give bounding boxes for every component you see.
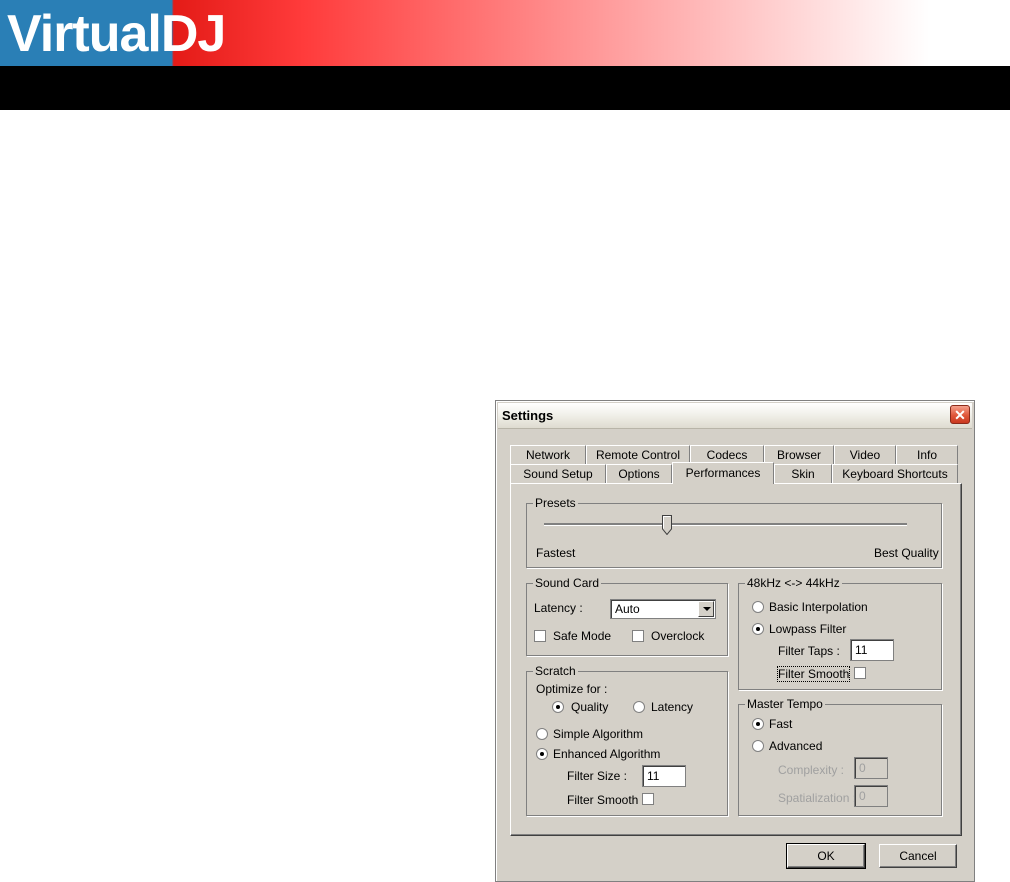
optimize-latency-radio[interactable] — [633, 701, 645, 713]
tab-sound-setup[interactable]: Sound Setup — [510, 464, 606, 483]
spatialization-label: Spatialization : — [778, 791, 857, 805]
tab-keyboard-shortcuts[interactable]: Keyboard Shortcuts — [832, 464, 958, 483]
master-tempo-advanced-label: Advanced — [769, 739, 823, 753]
master-tempo-fast-label: Fast — [769, 717, 793, 731]
close-icon: ✕ — [954, 407, 966, 423]
basic-interpolation-label: Basic Interpolation — [769, 600, 868, 614]
optimize-for-label: Optimize for : — [536, 682, 608, 696]
settings-dialog: Settings ✕ Network Remote Control Codecs… — [495, 400, 975, 882]
filter-taps-field[interactable]: 11 — [850, 639, 894, 661]
tab-network[interactable]: Network — [510, 445, 586, 464]
basic-interpolation-radio[interactable] — [752, 601, 764, 613]
simple-algorithm-label: Simple Algorithm — [553, 727, 644, 741]
scratch-filter-smooth-label: Filter Smooth — [567, 793, 639, 807]
latency-select[interactable]: Auto — [610, 599, 716, 619]
filter-taps-label: Filter Taps : — [778, 644, 840, 658]
safe-mode-label: Safe Mode — [553, 629, 612, 643]
tab-performances[interactable]: Performances — [672, 462, 774, 484]
header-black-bar — [0, 66, 1010, 110]
safe-mode-checkbox[interactable] — [534, 630, 546, 642]
latency-label: Latency : — [534, 601, 583, 615]
lowpass-filter-label: Lowpass Filter — [769, 622, 847, 636]
scratch-legend: Scratch — [535, 664, 576, 678]
tab-browser[interactable]: Browser — [764, 445, 834, 464]
best-quality-label: Best Quality — [874, 546, 939, 560]
optimize-quality-radio[interactable] — [552, 701, 564, 713]
complexity-label: Complexity : — [778, 763, 845, 777]
ok-button[interactable]: OK — [786, 843, 866, 869]
presets-slider-track[interactable] — [544, 523, 907, 526]
scratch-filter-size-field[interactable]: 11 — [642, 765, 686, 787]
optimize-latency-label: Latency — [651, 700, 694, 714]
close-button[interactable]: ✕ — [950, 405, 970, 424]
virtualdj-logo: VirtualDJ — [7, 5, 226, 63]
optimize-quality-label: Quality — [571, 700, 609, 714]
presets-slider-thumb[interactable] — [662, 515, 673, 535]
header-banner: VirtualDJ — [0, 0, 1010, 66]
tab-skin[interactable]: Skin — [774, 464, 832, 483]
sound-card-legend: Sound Card — [535, 576, 600, 590]
scratch-filter-size-label: Filter Size : — [567, 769, 628, 783]
latency-select-value: Auto — [615, 602, 640, 616]
enhanced-algorithm-label: Enhanced Algorithm — [553, 747, 661, 761]
chevron-down-icon[interactable] — [698, 601, 714, 617]
lowpass-filter-radio[interactable] — [752, 623, 764, 635]
complexity-field[interactable]: 0 — [854, 757, 888, 779]
resample-filter-smooth-checkbox[interactable] — [854, 667, 866, 679]
resample-legend: 48kHz <-> 44kHz — [747, 576, 840, 590]
title-bar[interactable]: Settings ✕ — [498, 403, 972, 429]
cancel-button[interactable]: Cancel — [879, 844, 957, 868]
resample-filter-smooth-label: Filter Smooth — [776, 666, 851, 682]
scratch-filter-smooth-checkbox[interactable] — [642, 793, 654, 805]
master-tempo-legend: Master Tempo — [747, 697, 823, 711]
simple-algorithm-radio[interactable] — [536, 728, 548, 740]
overclock-checkbox[interactable] — [632, 630, 644, 642]
overclock-label: Overclock — [651, 629, 705, 643]
dialog-title: Settings — [502, 408, 554, 423]
virtualdj-header: VirtualDJ — [0, 0, 1010, 110]
tab-video[interactable]: Video — [834, 445, 896, 464]
master-tempo-advanced-radio[interactable] — [752, 740, 764, 752]
tab-info[interactable]: Info — [896, 445, 958, 464]
tab-options[interactable]: Options — [606, 464, 672, 483]
master-tempo-fast-radio[interactable] — [752, 718, 764, 730]
enhanced-algorithm-radio[interactable] — [536, 748, 548, 760]
fastest-label: Fastest — [536, 546, 576, 560]
presets-legend: Presets — [535, 496, 576, 510]
spatialization-field[interactable]: 0 — [854, 785, 888, 807]
